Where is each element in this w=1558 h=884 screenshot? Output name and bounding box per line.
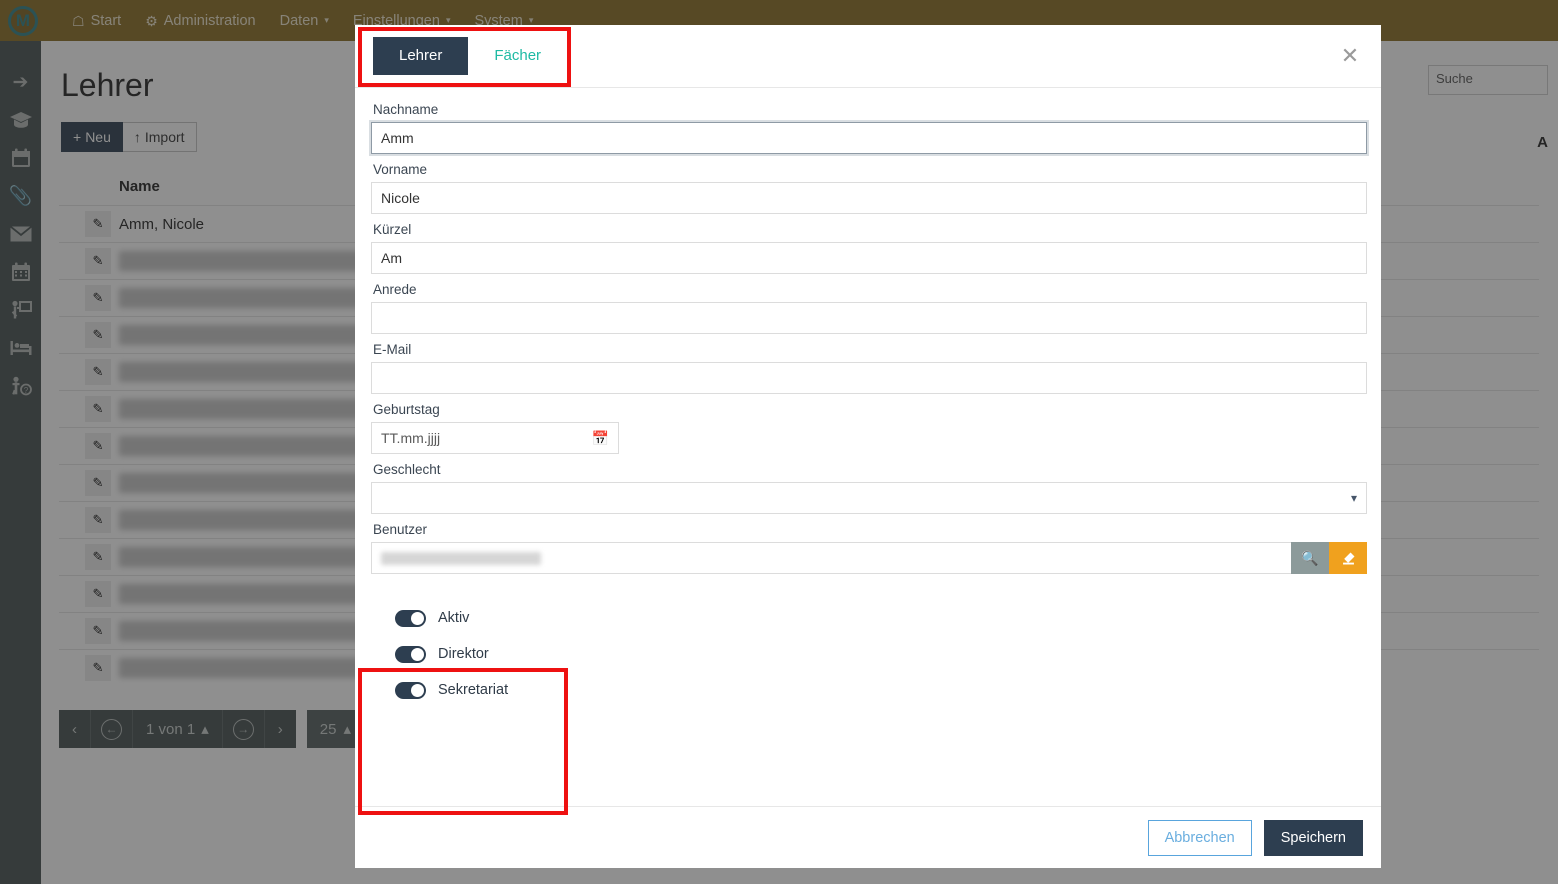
geburtstag-placeholder: TT.mm.jjjj [381,430,441,446]
field-anrede: Anrede [371,282,1367,334]
screen: M ☖ Start ⚙ Administration Daten ▾ Einst… [0,0,1558,884]
field-nachname: Nachname Amm [371,102,1367,154]
field-geschlecht: Geschlecht ▾ [371,462,1367,514]
dialog-tabs: Lehrer Fächer [373,36,567,76]
cancel-button[interactable]: Abbrechen [1147,819,1252,856]
anrede-input[interactable] [371,302,1367,334]
field-label: Vorname [373,162,428,177]
calendar-icon[interactable]: 📅 [592,431,609,445]
dialog-header: Lehrer Fächer ✕ [355,25,1381,87]
search-icon: 🔍 [1301,549,1319,566]
field-geburtstag: Geburtstag TT.mm.jjjj 📅 [371,402,1365,454]
tab-lehrer[interactable]: Lehrer [373,36,469,76]
nachname-input[interactable]: Amm [371,122,1367,154]
teacher-edit-dialog: Lehrer Fächer ✕ Nachname Amm Vorname Nic… [355,25,1381,868]
field-label: Anrede [373,282,417,297]
dialog-body: Nachname Amm Vorname Nicole Kürzel Am An… [355,88,1381,806]
toggle-label: Direktor [438,646,489,662]
benutzer-clear-button[interactable] [1329,542,1367,574]
kuerzel-input[interactable]: Am [371,242,1367,274]
field-label: E-Mail [373,342,412,357]
email-input[interactable] [371,362,1367,394]
toggle-label: Sekretariat [438,682,509,698]
toggle-sekretariat[interactable]: Sekretariat [395,672,1365,708]
save-button[interactable]: Speichern [1263,819,1363,856]
toggle-direktor[interactable]: Direktor [395,636,1365,672]
close-icon[interactable]: ✕ [1337,43,1363,69]
eraser-icon [1342,552,1354,564]
dialog-footer: Abbrechen Speichern [355,806,1381,868]
geburtstag-input[interactable]: TT.mm.jjjj 📅 [371,422,619,454]
field-vorname: Vorname Nicole [371,162,1367,214]
toggle-label: Aktiv [438,610,470,626]
flags-group: Aktiv Direktor Sekretariat [371,582,1365,708]
field-email: E-Mail [371,342,1367,394]
field-benutzer: Benutzer 🔍 [371,522,1367,574]
vorname-input[interactable]: Nicole [371,182,1367,214]
tab-faecher[interactable]: Fächer [468,37,567,76]
field-label: Kürzel [373,222,412,237]
toggle-switch-on[interactable] [395,681,426,699]
benutzer-redacted-value [381,551,541,565]
field-label: Geburtstag [373,402,440,417]
geschlecht-select[interactable]: ▾ [371,482,1367,514]
toggle-switch-on[interactable] [395,609,426,627]
benutzer-row: 🔍 [371,542,1367,574]
toggle-aktiv[interactable]: Aktiv [395,600,1365,636]
field-label: Benutzer [373,522,428,537]
toggle-switch-on[interactable] [395,645,426,663]
benutzer-search-button[interactable]: 🔍 [1291,542,1329,574]
field-kuerzel: Kürzel Am [371,222,1367,274]
chevron-down-icon: ▾ [1350,491,1357,505]
field-label: Nachname [373,102,439,117]
field-label: Geschlecht [373,462,441,477]
benutzer-input[interactable] [371,542,1291,574]
